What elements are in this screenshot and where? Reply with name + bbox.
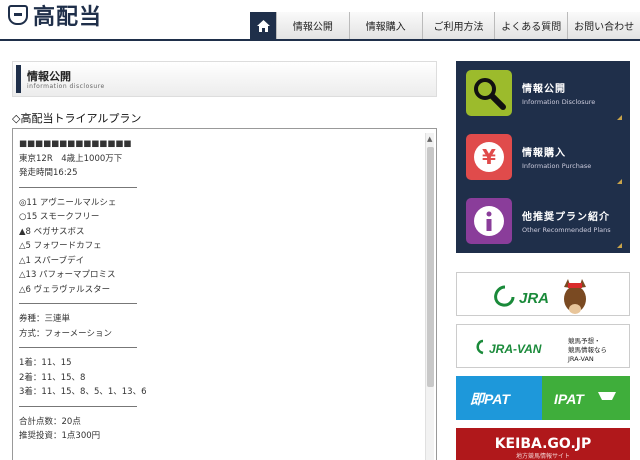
sidebar-item-sublabel: Information Disclosure (522, 98, 596, 106)
pat-left-label: 即PAT (470, 391, 511, 407)
jra-van-note: 競馬情報なら (568, 345, 607, 354)
page-heading: 情報公開 information disclosure (12, 61, 437, 97)
plan-content: ■■■■■■■■■■■■■■ 東京12R 4歳上1000万下 発走時間16:25… (19, 137, 419, 444)
info-icon (466, 198, 512, 244)
nav-item-howto[interactable]: ご利用方法 (421, 12, 495, 39)
page-title: 情報公開 (27, 70, 71, 83)
horse-pick: △5 フォワードカフェ (19, 241, 102, 251)
horse-pick: ▲8 ベガサスボス (19, 226, 85, 237)
corner-arrow-icon (617, 179, 622, 184)
bet-method: 方式：フォーメーション (19, 328, 112, 339)
start-time: 発走時間16:25 (19, 168, 78, 178)
jra-van-note: JRA-VAN (567, 355, 594, 363)
plan-textbox[interactable]: ■■■■■■■■■■■■■■ 東京12R 4歳上1000万下 発走時間16:25… (12, 128, 437, 460)
home-icon[interactable] (250, 12, 276, 39)
separator (19, 405, 137, 407)
jra-logo-icon: JRA (494, 279, 586, 314)
masked-text: ■■■■■■■■■■■■■■ (19, 139, 132, 149)
corner-arrow-icon (617, 115, 622, 120)
total-points: 合計点数：20点 (19, 416, 81, 427)
keiba-go-banner[interactable]: KEIBA.GO.JP 地方競馬情報サイト (456, 428, 630, 460)
horse-pick: ○15 スモークフリー (19, 212, 100, 222)
pat-logo-icon: 即PAT IPAT (456, 376, 630, 420)
sidebar-item-other-plans[interactable]: 他推奨プラン紹介 Other Recommended Plans (463, 193, 623, 249)
logo-icon (8, 5, 28, 25)
keiba-logo-icon: KEIBA.GO.JP 地方競馬情報サイト (495, 436, 592, 460)
main-nav: 情報公開 情報購入 ご利用方法 よくある質問 お問い合わせ (250, 12, 640, 39)
sidebar-item-disclosure[interactable]: 情報公開 Information Disclosure (463, 65, 623, 121)
scrollbar-thumb[interactable] (427, 147, 434, 387)
sidebar-item-purchase[interactable]: ¥ 情報購入 Information Purchase (463, 129, 623, 185)
formation-line: 2着：11、15、8 (19, 372, 86, 383)
sidebar-item-label: 他推奨プラン紹介 (522, 212, 610, 223)
plan-title: ◇高配当トライアルプラン (12, 112, 142, 125)
pat-banner[interactable]: 即PAT IPAT (456, 376, 630, 420)
sidebar-item-label: 情報公開 (522, 84, 566, 95)
sidebar-item-sublabel: Information Purchase (522, 162, 592, 170)
nav-item-purchase[interactable]: 情報購入 (348, 12, 422, 39)
horse-pick: △1 スパーブデイ (19, 255, 85, 266)
jra-banner[interactable]: JRA (456, 272, 630, 316)
recommended-stake: 推奨投資：1点300円 (19, 431, 101, 441)
heading-accent-bar (16, 65, 21, 93)
jra-label: JRA (519, 290, 549, 307)
corner-arrow-icon (617, 243, 622, 248)
separator (19, 186, 137, 188)
ticket-type: 券種：三連単 (19, 314, 71, 324)
page-subtitle: information disclosure (27, 83, 105, 90)
jra-van-label: JRA-VAN (489, 342, 542, 356)
nav-item-contact[interactable]: お問い合わせ (567, 12, 640, 39)
sidebar-item-sublabel: Other Recommended Plans (522, 226, 611, 234)
nav-item-faq[interactable]: よくある質問 (494, 12, 568, 39)
sidebar-item-label: 情報購入 (522, 148, 566, 159)
nav-item-disclosure[interactable]: 情報公開 (276, 12, 349, 39)
jra-van-banner[interactable]: JRA-VAN 競馬予想・ 競馬情報なら JRA-VAN (456, 324, 630, 368)
formation-line: 3着：11、15、8、5、1、13、6 (19, 387, 147, 397)
keiba-label: KEIBA.GO.JP (495, 436, 592, 452)
header-divider (0, 39, 640, 41)
magnifier-icon (466, 70, 512, 116)
logo-text: 高配当 (33, 5, 103, 30)
pat-right-label: IPAT (554, 391, 585, 407)
separator (19, 347, 137, 348)
horse-pick: ◎11 アヴニールマルシェ (19, 197, 117, 208)
horse-pick: △13 パフォーマプロミス (19, 270, 116, 280)
scroll-up-icon[interactable]: ▲ (427, 135, 432, 143)
race-info: 東京12R 4歳上1000万下 (19, 153, 123, 164)
formation-line: 1着：11、15 (19, 358, 72, 368)
separator (19, 303, 137, 304)
jra-van-logo-icon: JRA-VAN 競馬予想・ 競馬情報なら JRA-VAN (476, 336, 607, 363)
svg-text:¥: ¥ (482, 145, 496, 169)
scrollbar[interactable]: ▲ (425, 133, 434, 460)
sidebar-menu: 情報公開 Information Disclosure ¥ 情報購入 Infor… (456, 61, 630, 253)
page: 高配当 情報公開 情報購入 ご利用方法 よくある質問 お問い合わせ 情報公開 i… (0, 0, 640, 460)
horse-pick: △6 ヴェラヴァルスター (19, 284, 111, 295)
keiba-sublabel: 地方競馬情報サイト (516, 452, 570, 460)
site-logo[interactable]: 高配当 (8, 3, 102, 30)
yen-icon: ¥ (466, 134, 512, 180)
jra-van-note: 競馬予想・ (568, 336, 601, 345)
